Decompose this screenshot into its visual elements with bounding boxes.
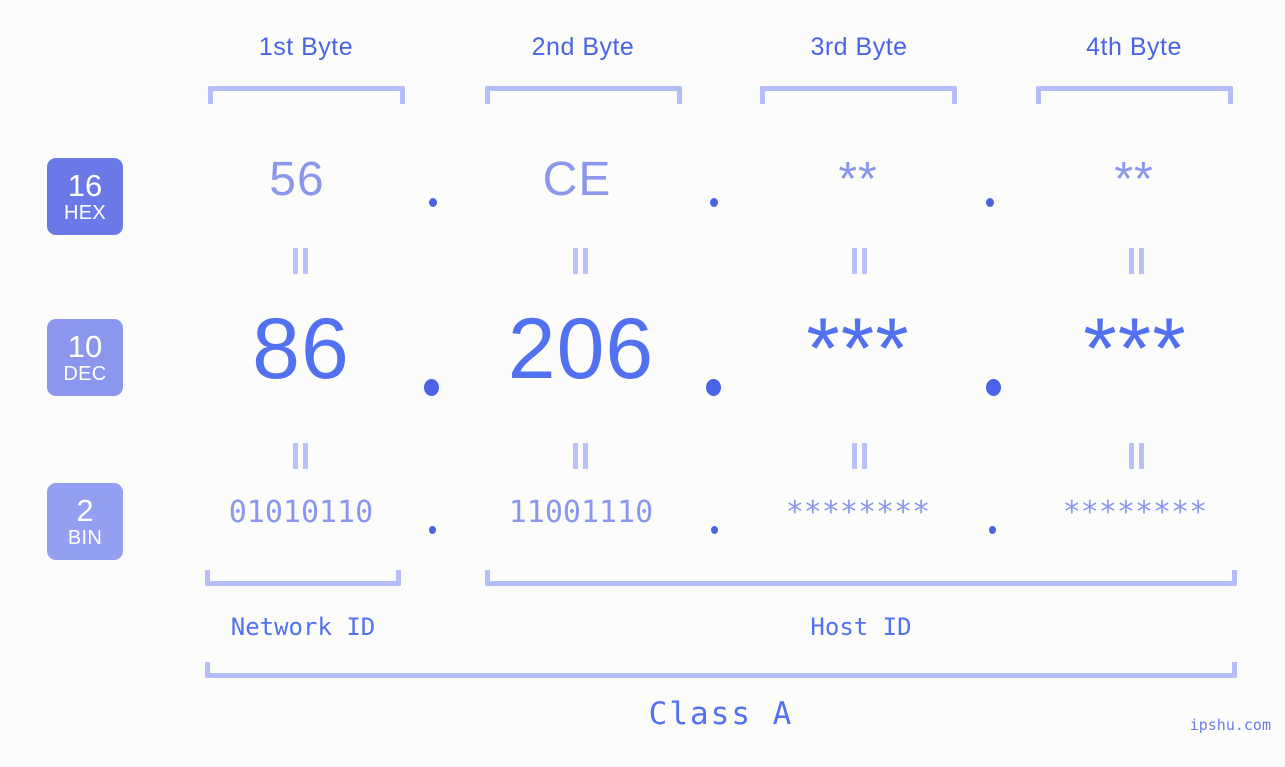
site-watermark: ipshu.com: [1189, 716, 1271, 734]
class-label: Class A: [648, 696, 794, 732]
byte-header-label-2: 2nd Byte: [531, 33, 635, 61]
hex-byte-4: **: [1114, 153, 1154, 206]
hex-byte-1: 56: [269, 153, 325, 206]
class-bracket: [205, 662, 1237, 678]
network-id-bracket: [205, 570, 401, 586]
hex-byte-2: CE: [542, 153, 612, 206]
byte-bracket-1: [208, 86, 405, 104]
equals-mark-hex-dec-4: [1128, 248, 1145, 274]
dec-separator-dot-1: [424, 379, 439, 396]
equals-mark-hex-dec-3: [851, 248, 868, 274]
byte-header-label-1: 1st Byte: [258, 33, 354, 61]
byte-bracket-4: [1036, 86, 1233, 104]
bin-byte-2: 11001110: [508, 495, 654, 530]
bin-separator-dot-3: [989, 526, 996, 534]
equals-mark-dec-bin-3: [851, 443, 868, 469]
equals-mark-hex-dec-1: [292, 248, 309, 274]
network-id-label: Network ID: [230, 613, 376, 641]
equals-mark-hex-dec-2: [572, 248, 589, 274]
dec-separator-dot-3: [986, 379, 1001, 396]
base-badge-hex-number: 16: [67, 168, 103, 203]
hex-separator-dot-1: [429, 198, 437, 207]
base-badge-dec-number: 10: [67, 329, 103, 364]
base-badge-bin: 2 BIN: [47, 483, 123, 560]
host-id-bracket: [485, 570, 1237, 586]
byte-bracket-3: [760, 86, 957, 104]
bin-byte-1: 01010110: [228, 495, 374, 530]
base-badge-dec-abbr: DEC: [63, 363, 107, 385]
equals-mark-dec-bin-4: [1128, 443, 1145, 469]
host-id-label: Host ID: [810, 613, 912, 641]
equals-mark-dec-bin-2: [572, 443, 589, 469]
base-badge-bin-number: 2: [76, 493, 94, 528]
hex-separator-dot-2: [710, 198, 718, 207]
hex-separator-dot-3: [986, 198, 994, 207]
byte-header-label-4: 4th Byte: [1086, 33, 1182, 61]
ip-address-breakdown-diagram: 1st Byte 2nd Byte 3rd Byte 4th Byte 16 H…: [0, 0, 1285, 767]
byte-header-label-3: 3rd Byte: [810, 33, 908, 61]
dec-byte-3: ***: [806, 301, 910, 397]
bin-byte-4: ********: [1062, 495, 1208, 530]
base-badge-bin-abbr: BIN: [67, 527, 103, 549]
dec-byte-2: 206: [507, 301, 655, 397]
bin-byte-3: ********: [785, 495, 931, 530]
dec-byte-4: ***: [1083, 301, 1187, 397]
base-badge-dec: 10 DEC: [47, 319, 123, 396]
dec-separator-dot-2: [706, 379, 721, 396]
base-badge-hex: 16 HEX: [47, 158, 123, 235]
dec-byte-1: 86: [252, 301, 350, 397]
bin-separator-dot-1: [429, 526, 436, 534]
equals-mark-dec-bin-1: [292, 443, 309, 469]
byte-bracket-2: [485, 86, 682, 104]
hex-byte-3: **: [838, 153, 878, 206]
base-badge-hex-abbr: HEX: [63, 202, 107, 224]
bin-separator-dot-2: [711, 526, 718, 534]
